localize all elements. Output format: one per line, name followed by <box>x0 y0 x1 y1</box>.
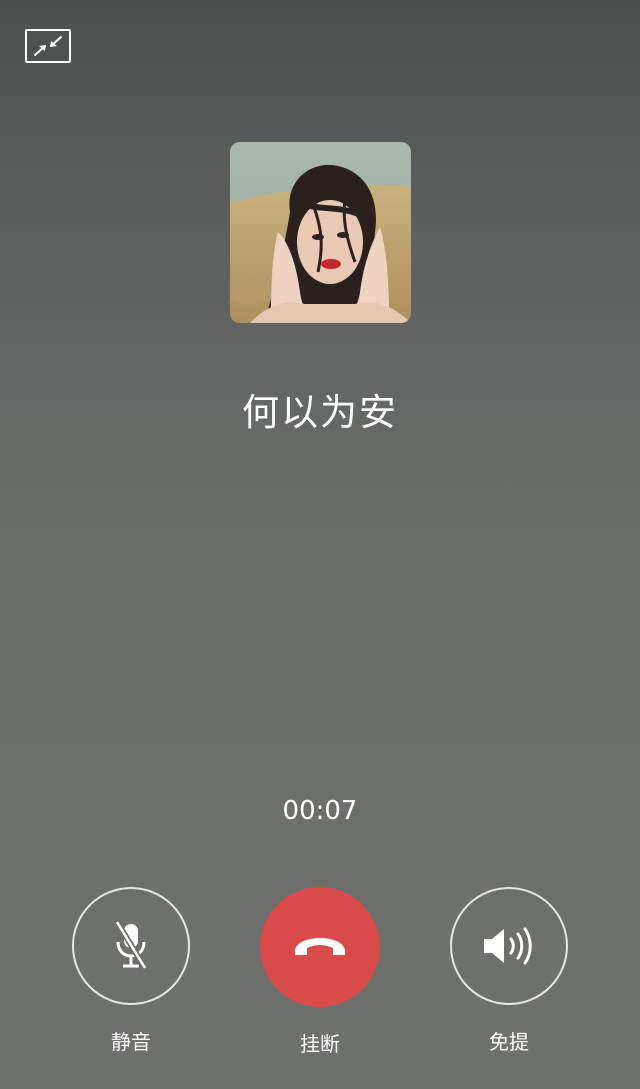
microphone-muted-icon <box>114 920 148 970</box>
mute-control: 静音 <box>70 887 192 1056</box>
speaker-label: 免提 <box>489 1030 529 1054</box>
minimize-window-icon <box>34 36 62 56</box>
mute-button[interactable] <box>72 887 190 1005</box>
hangup-button[interactable] <box>260 887 380 1007</box>
call-timer: 00:07 <box>282 796 358 826</box>
caller-avatar <box>230 142 411 323</box>
minimize-button[interactable] <box>25 29 71 63</box>
hangup-label: 挂断 <box>300 1032 340 1056</box>
speaker-volume-icon <box>484 927 532 965</box>
phone-hangup-icon <box>295 938 345 955</box>
speaker-button[interactable] <box>450 887 568 1005</box>
mute-label: 静音 <box>111 1030 151 1054</box>
caller-name: 何以为安 <box>242 391 398 434</box>
hangup-control: 挂断 <box>259 887 381 1058</box>
caller-photo <box>230 142 411 323</box>
speaker-control: 免提 <box>448 887 570 1056</box>
